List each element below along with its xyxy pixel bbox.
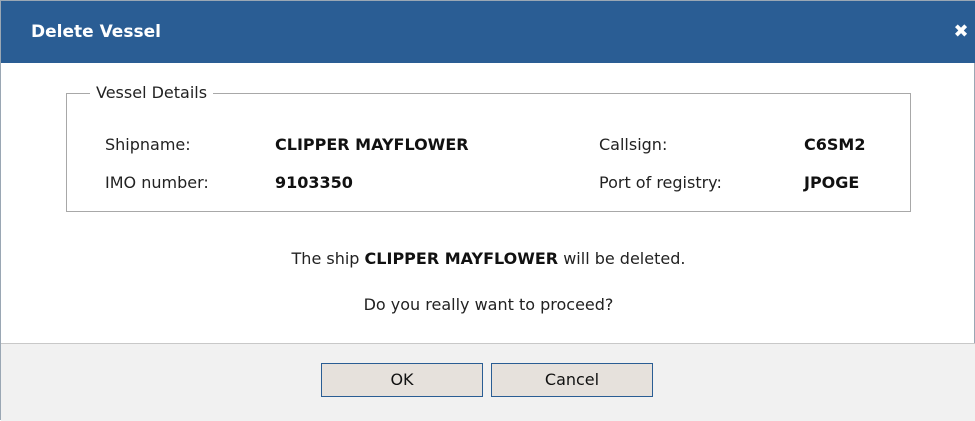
delete-warning-prefix: The ship bbox=[291, 249, 365, 268]
imo-number-value: 9103350 bbox=[275, 173, 353, 192]
delete-warning-suffix: will be deleted. bbox=[558, 249, 686, 268]
imo-number-label: IMO number: bbox=[105, 173, 209, 192]
cancel-button[interactable]: Cancel bbox=[491, 363, 653, 397]
port-of-registry-value: JPOGE bbox=[804, 173, 860, 192]
dialog-titlebar: Delete Vessel ✖ bbox=[1, 1, 975, 63]
close-icon[interactable]: ✖ bbox=[951, 21, 971, 43]
delete-vessel-dialog: Delete Vessel ✖ Vessel Details Shipname:… bbox=[0, 0, 975, 421]
confirm-question: Do you really want to proceed? bbox=[363, 295, 614, 314]
shipname-value: CLIPPER MAYFLOWER bbox=[275, 135, 469, 154]
vessel-details-legend: Vessel Details bbox=[90, 82, 214, 104]
shipname-label: Shipname: bbox=[105, 135, 191, 154]
vessel-details-fieldset bbox=[66, 93, 911, 212]
delete-warning-shipname: CLIPPER MAYFLOWER bbox=[364, 249, 559, 268]
port-of-registry-label: Port of registry: bbox=[599, 173, 722, 192]
delete-warning-message: The ship CLIPPER MAYFLOWER will be delet… bbox=[1, 248, 975, 270]
callsign-value: C6SM2 bbox=[804, 135, 866, 154]
dialog-title: Delete Vessel bbox=[31, 22, 161, 42]
callsign-label: Callsign: bbox=[599, 135, 668, 154]
ok-button[interactable]: OK bbox=[321, 363, 483, 397]
dialog-footer bbox=[1, 343, 975, 421]
